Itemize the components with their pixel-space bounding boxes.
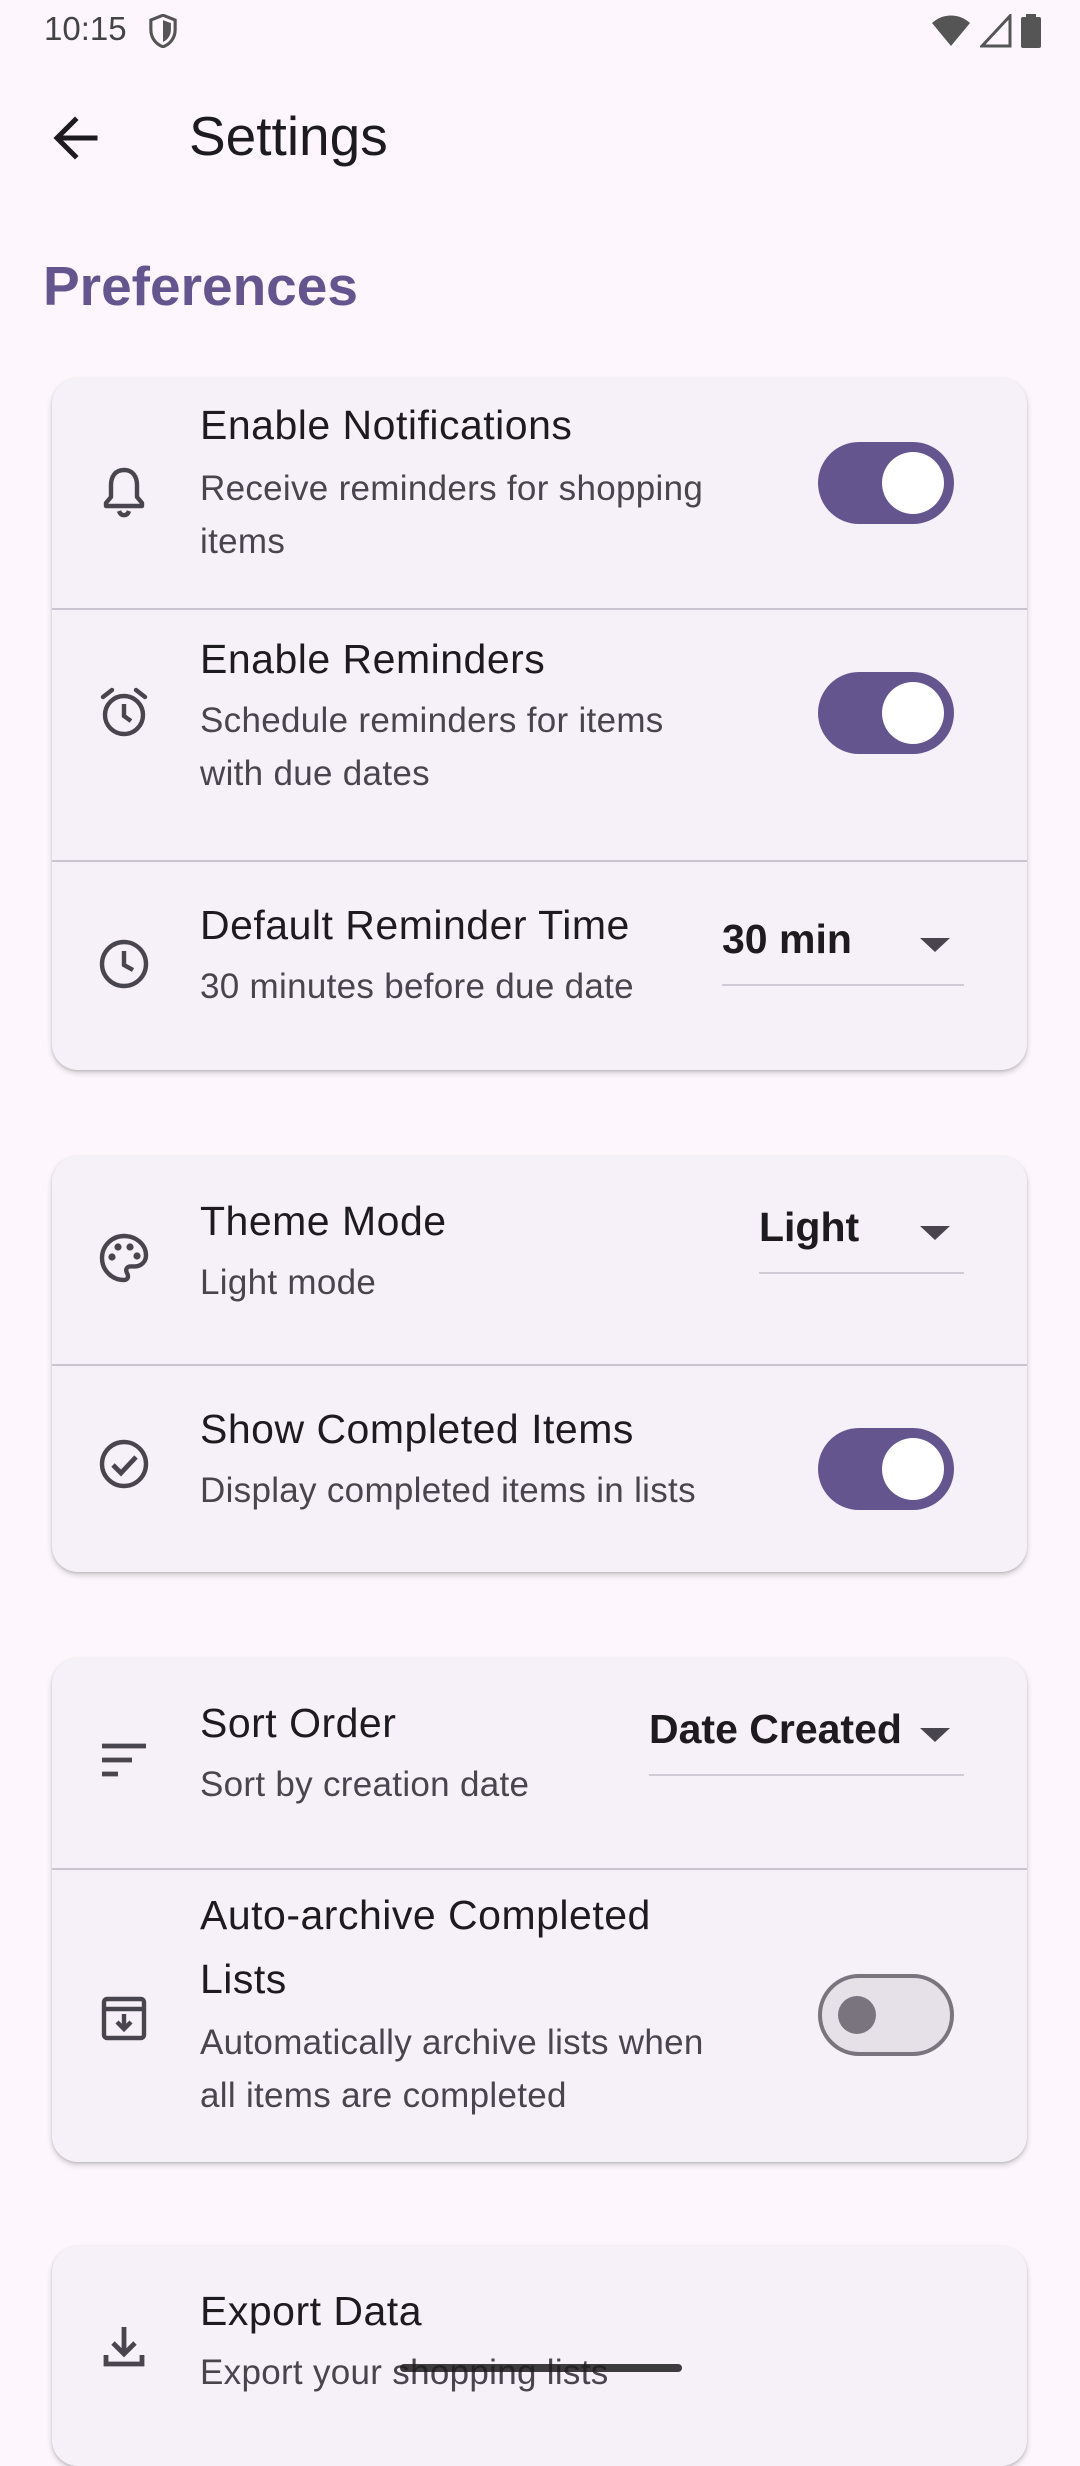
setting-row-show-completed[interactable]: Show Completed Items Display completed i… xyxy=(52,1366,1027,1572)
setting-subtitle: Receive reminders for shopping xyxy=(200,469,704,508)
arrow-back-icon xyxy=(53,116,98,160)
reminder-time-dropdown[interactable]: 30 min xyxy=(722,906,964,986)
settings-card-notifications: Enable Notifications Receive reminders f… xyxy=(52,378,1027,1070)
settings-card-organization: Sort Order Sort by creation date Date Cr… xyxy=(52,1658,1027,2162)
setting-row-export-data[interactable]: Export Data Export your shopping lists xyxy=(52,2246,1027,2466)
setting-title: Lists xyxy=(200,1956,287,2002)
setting-subtitle: with due dates xyxy=(200,754,430,793)
settings-card-data: Export Data Export your shopping lists xyxy=(52,2246,1027,2466)
setting-row-auto-archive[interactable]: Auto-archive Completed Lists Automatical… xyxy=(52,1870,1027,2162)
status-bar: 10:15 xyxy=(0,0,1080,60)
setting-title: Export Data xyxy=(200,2288,422,2334)
setting-subtitle: Light mode xyxy=(200,1263,377,1302)
toggle-knob xyxy=(882,1438,944,1500)
setting-subtitle: Automatically archive lists when xyxy=(200,2023,704,2062)
setting-subtitle: Export your shopping lists xyxy=(200,2353,609,2392)
toggle-knob xyxy=(838,1996,876,2034)
setting-title: Default Reminder Time xyxy=(200,902,630,948)
setting-title: Show Completed Items xyxy=(200,1406,634,1452)
setting-title: Enable Reminders xyxy=(200,636,546,682)
toggle-knob xyxy=(882,452,944,514)
setting-subtitle: 30 minutes before due date xyxy=(200,967,634,1006)
page-title: Settings xyxy=(189,105,388,167)
clock-icon xyxy=(96,936,152,992)
setting-subtitle: Display completed items in lists xyxy=(200,1471,696,1510)
auto-archive-toggle[interactable] xyxy=(818,1974,954,2056)
setting-title: Enable Notifications xyxy=(200,402,573,448)
toggle-knob xyxy=(882,682,944,744)
archive-icon xyxy=(96,1990,152,2046)
sort-order-dropdown[interactable]: Date Created xyxy=(649,1696,964,1776)
back-button[interactable] xyxy=(30,106,120,170)
setting-title: Auto-archive Completed xyxy=(200,1892,651,1938)
wifi-icon xyxy=(932,15,971,46)
sort-icon xyxy=(96,1732,152,1788)
setting-row-reminders[interactable]: Enable Reminders Schedule reminders for … xyxy=(52,610,1027,858)
app-bar: Settings xyxy=(0,70,1080,200)
gesture-nav-handle[interactable] xyxy=(400,2364,682,2372)
dropdown-arrow-icon xyxy=(920,938,950,952)
status-time: 10:15 xyxy=(44,10,127,47)
check-circle-icon xyxy=(96,1436,152,1492)
show-completed-toggle[interactable] xyxy=(818,1428,954,1510)
theme-mode-dropdown[interactable]: Light xyxy=(759,1194,964,1274)
setting-subtitle: Sort by creation date xyxy=(200,1765,530,1804)
setting-row-notifications[interactable]: Enable Notifications Receive reminders f… xyxy=(52,378,1027,608)
reminders-toggle[interactable] xyxy=(818,672,954,754)
bell-icon xyxy=(96,463,152,519)
dropdown-arrow-icon xyxy=(920,1226,950,1240)
setting-subtitle: Schedule reminders for items xyxy=(200,701,664,740)
battery-icon xyxy=(1021,14,1041,48)
status-icons xyxy=(927,12,1042,53)
dropdown-value: Date Created xyxy=(649,1706,902,1752)
settings-card-display: Theme Mode Light mode Light Show Complet… xyxy=(52,1156,1027,1572)
section-title-preferences: Preferences xyxy=(43,255,358,317)
dropdown-value: 30 min xyxy=(722,916,852,962)
setting-row-sort-order[interactable]: Sort Order Sort by creation date Date Cr… xyxy=(52,1658,1027,1868)
setting-subtitle: items xyxy=(200,522,286,561)
setting-row-theme-mode[interactable]: Theme Mode Light mode Light xyxy=(52,1156,1027,1364)
palette-icon xyxy=(96,1230,152,1286)
setting-title: Theme Mode xyxy=(200,1198,447,1244)
download-icon xyxy=(96,2318,152,2374)
setting-row-reminder-time[interactable]: Default Reminder Time 30 minutes before … xyxy=(52,862,1027,1070)
dropdown-arrow-icon xyxy=(920,1728,950,1742)
setting-subtitle: all items are completed xyxy=(200,2076,567,2115)
setting-title: Sort Order xyxy=(200,1700,397,1746)
signal-icon xyxy=(978,12,1012,48)
alarm-icon xyxy=(96,684,152,740)
notifications-toggle[interactable] xyxy=(818,442,954,524)
shield-icon xyxy=(148,13,178,53)
dropdown-value: Light xyxy=(759,1204,860,1250)
